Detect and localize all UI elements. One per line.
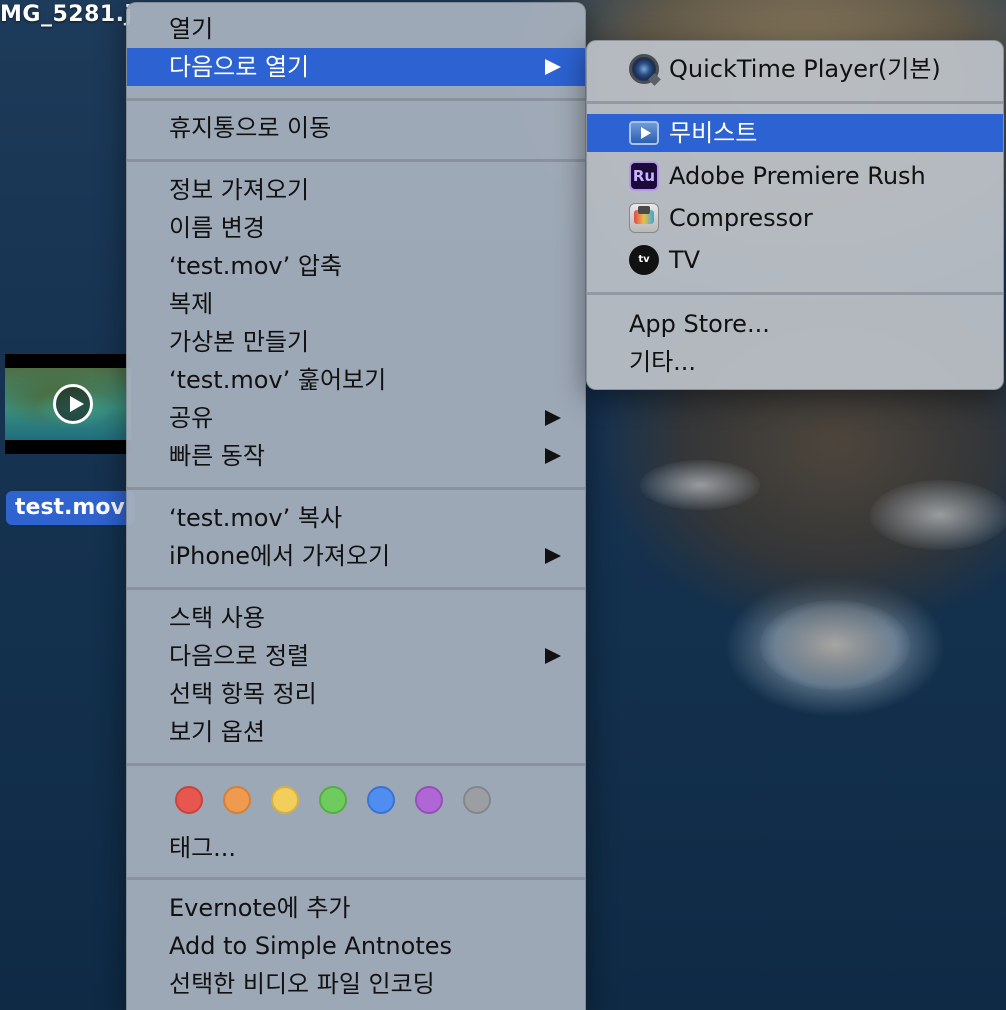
menu-item-clean-up-selection[interactable]: 선택 항목 정리 [127,675,585,713]
menu-item-quick-actions[interactable]: 빠른 동작 [127,437,585,475]
menu-item-tags[interactable]: 태그... [127,829,585,867]
submenu-arrow-icon [545,59,561,75]
menu-item-share[interactable]: 공유 [127,399,585,437]
submenu-item-label: 무비스트 [669,119,758,147]
submenu-item-tv[interactable]: tv TV [587,241,1003,279]
menu-item-label: 휴지통으로 이동 [169,114,332,142]
menu-item-label: 이름 변경 [169,214,265,242]
menu-separator [587,101,1003,104]
menu-item-label: 정보 가져오기 [169,176,310,204]
tag-green-dot[interactable] [319,786,347,814]
menu-item-label: 다음으로 열기 [169,53,310,81]
desktop-file-label-img5281[interactable]: MG_5281.j [0,0,133,30]
menu-item-label: 선택한 비디오 파일 인코딩 [169,970,435,998]
menu-separator [587,292,1003,295]
apple-tv-icon: tv [629,245,659,275]
menu-item-label: 가상본 만들기 [169,328,310,356]
menu-item-open[interactable]: 열기 [127,10,585,48]
submenu-arrow-icon [545,548,561,564]
video-thumbnail[interactable] [5,354,131,454]
submenu-item-compressor[interactable]: Compressor [587,199,1003,237]
menu-item-quick-look[interactable]: ‘test.mov’ 훑어보기 [127,361,585,399]
submenu-arrow-icon [545,448,561,464]
submenu-arrow-icon [545,648,561,664]
submenu-item-app-store[interactable]: App Store... [587,305,1003,343]
menu-item-label: 열기 [169,15,214,43]
tag-yellow-dot[interactable] [271,786,299,814]
menu-item-label: 복제 [169,290,214,318]
menu-item-use-stacks[interactable]: 스택 사용 [127,599,585,637]
menu-item-add-to-evernote[interactable]: Evernote에 추가 [127,889,585,927]
menu-item-label: 선택 항목 정리 [169,680,317,708]
menu-item-import-from-iphone[interactable]: iPhone에서 가져오기 [127,537,585,575]
menu-item-label: 빠른 동작 [169,442,265,470]
menu-item-duplicate[interactable]: 복제 [127,285,585,323]
menu-item-label: iPhone에서 가져오기 [169,542,391,570]
menu-separator [127,763,585,766]
submenu-item-label: Adobe Premiere Rush [669,162,926,190]
menu-item-label: ‘test.mov’ 압축 [169,252,343,280]
menu-item-label: 공유 [169,404,214,432]
menu-item-make-alias[interactable]: 가상본 만들기 [127,323,585,361]
menu-item-label: 다음으로 정렬 [169,642,310,670]
tag-red-dot[interactable] [175,786,203,814]
menu-item-add-to-simple-antnotes[interactable]: Add to Simple Antnotes [127,927,585,965]
menu-separator [127,587,585,590]
submenu-item-label: App Store... [629,310,770,338]
submenu-item-movist[interactable]: 무비스트 [587,114,1003,152]
menu-item-label: 태그... [169,834,237,862]
submenu-item-other[interactable]: 기타... [587,343,1003,381]
menu-item-get-info[interactable]: 정보 가져오기 [127,171,585,209]
menu-separator [127,877,585,880]
desktop-file-label-test-mov[interactable]: test.mov [6,491,135,525]
compressor-icon [629,203,659,233]
tag-gray-dot[interactable] [463,786,491,814]
menu-separator [127,98,585,101]
submenu-arrow-icon [545,410,561,426]
menu-item-label: 보기 옵션 [169,718,265,746]
submenu-item-label: TV [669,246,701,274]
submenu-item-quicktime[interactable]: QuickTime Player(기본) [587,50,1003,88]
submenu-item-premiere-rush[interactable]: Ru Adobe Premiere Rush [587,157,1003,195]
menu-separator [127,487,585,490]
movist-icon [629,121,659,145]
menu-item-label: 스택 사용 [169,604,265,632]
menu-item-move-to-trash[interactable]: 휴지통으로 이동 [127,109,585,147]
tag-purple-dot[interactable] [415,786,443,814]
quicktime-icon [629,54,659,84]
context-menu: 열기 다음으로 열기 휴지통으로 이동 정보 가져오기 이름 변경 ‘test.… [126,2,586,1010]
menu-item-copy[interactable]: ‘test.mov’ 복사 [127,499,585,537]
submenu-item-label: 기타... [629,348,697,376]
menu-item-encode-video[interactable]: 선택한 비디오 파일 인코딩 [127,965,585,1003]
menu-separator [127,159,585,162]
tag-orange-dot[interactable] [223,786,251,814]
submenu-item-label: Compressor [669,204,813,232]
menu-item-open-with[interactable]: 다음으로 열기 [127,48,585,86]
menu-item-label: ‘test.mov’ 훑어보기 [169,366,387,394]
menu-item-rename[interactable]: 이름 변경 [127,209,585,247]
premiere-rush-icon: Ru [629,161,659,191]
menu-item-label: Evernote에 추가 [169,894,351,922]
menu-item-label: Add to Simple Antnotes [169,932,453,960]
open-with-submenu: QuickTime Player(기본) 무비스트 Ru Adobe Premi… [586,40,1004,390]
menu-item-sort-by[interactable]: 다음으로 정렬 [127,637,585,675]
menu-item-view-options[interactable]: 보기 옵션 [127,713,585,751]
menu-item-label: ‘test.mov’ 복사 [169,504,343,532]
submenu-item-label: QuickTime Player(기본) [669,55,941,83]
play-icon [53,384,93,424]
tag-blue-dot[interactable] [367,786,395,814]
menu-item-compress[interactable]: ‘test.mov’ 압축 [127,247,585,285]
